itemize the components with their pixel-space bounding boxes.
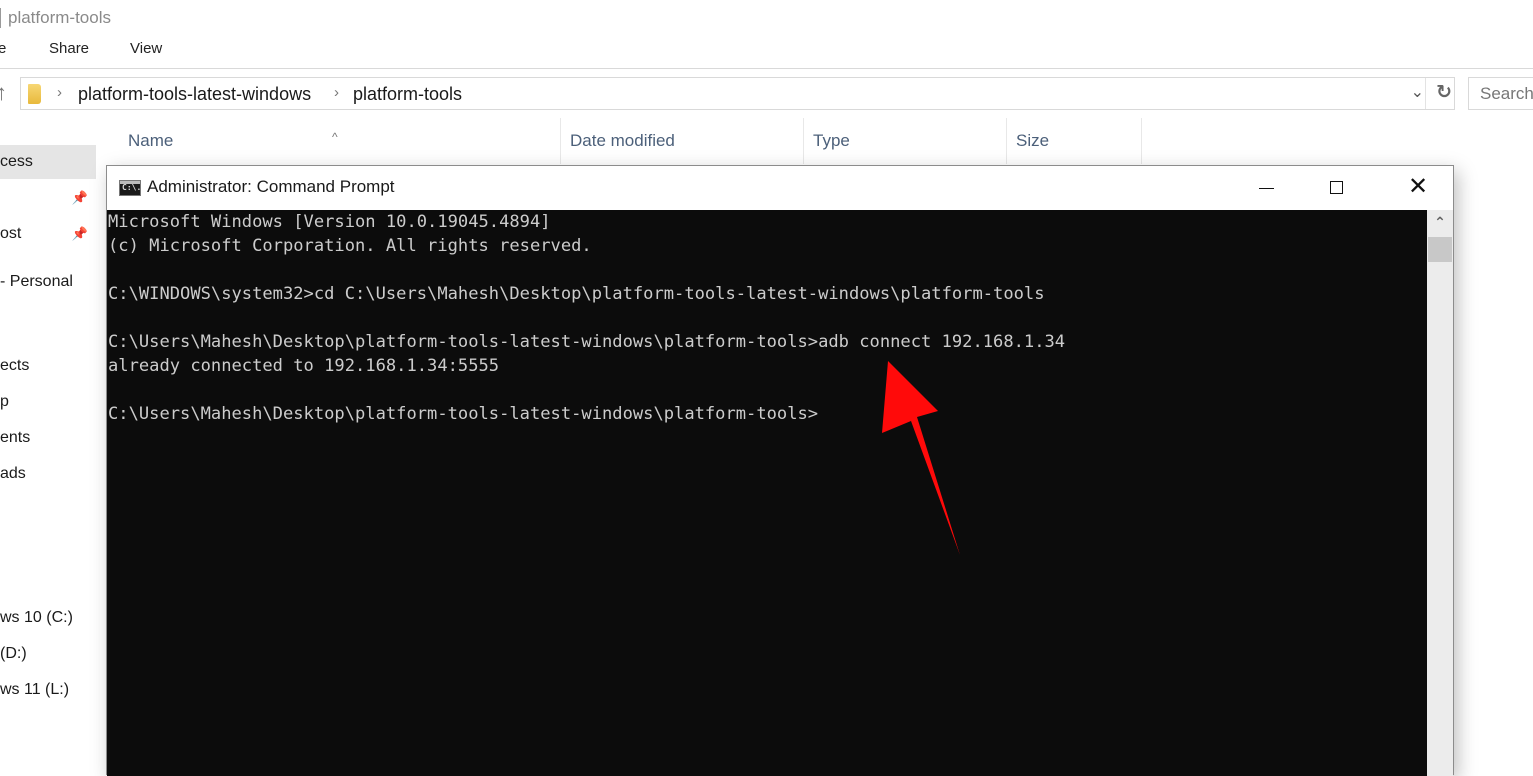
scroll-up-icon[interactable]: ⌃ xyxy=(1427,214,1453,234)
nav-item-downloads[interactable]: ads xyxy=(0,457,96,491)
column-header-name[interactable]: ^ Name xyxy=(100,118,561,164)
breadcrumb-item[interactable]: platform-tools-latest-windows xyxy=(78,84,311,105)
nav-item-quick-access[interactable]: cess xyxy=(0,145,96,179)
search-input[interactable]: Search xyxy=(1468,77,1533,110)
folder-icon xyxy=(28,84,41,104)
command-prompt-window: C:\. Administrator: Command Prompt ✕ Mic… xyxy=(106,165,1454,776)
nav-item-label: (D:) xyxy=(0,645,27,662)
close-button[interactable]: ✕ xyxy=(1383,166,1453,210)
console-output[interactable]: Microsoft Windows [Version 10.0.19045.48… xyxy=(107,210,1427,776)
column-header-date-modified[interactable]: Date modified xyxy=(561,118,804,164)
column-header-size[interactable]: Size xyxy=(1007,118,1142,164)
nav-item-onedrive[interactable]: - Personal xyxy=(0,265,96,299)
console-line: already connected to 192.168.1.34:5555 xyxy=(108,356,500,376)
nav-item-pinned[interactable]: ost 📌 xyxy=(0,217,96,251)
scrollbar-thumb[interactable] xyxy=(1428,237,1452,262)
nav-item-label: ws 11 (L:) xyxy=(0,681,70,698)
nav-item-desktop[interactable]: p xyxy=(0,385,96,419)
pin-icon[interactable]: 📌 xyxy=(72,217,88,251)
navigation-pane: cess 📌 ost 📌 - Personal ects p ents ads … xyxy=(0,118,98,761)
breadcrumb-item[interactable]: platform-tools xyxy=(353,84,462,105)
chevron-right-icon[interactable]: › xyxy=(57,84,62,101)
minimize-button[interactable] xyxy=(1231,166,1301,210)
explorer-title-text: platform-tools xyxy=(8,8,111,27)
address-bar[interactable]: › platform-tools-latest-windows › platfo… xyxy=(20,77,1455,110)
sort-ascending-icon: ^ xyxy=(332,130,338,144)
nav-item-3d-objects[interactable]: ects xyxy=(0,349,96,383)
ribbon-tab-view[interactable]: View xyxy=(130,40,162,57)
ribbon-divider xyxy=(0,68,1533,69)
nav-item-drive-d[interactable]: (D:) xyxy=(0,637,96,671)
column-header-label: Date modified xyxy=(570,131,675,150)
explorer-title: platform-tools xyxy=(0,6,111,30)
cmd-window-title: Administrator: Command Prompt xyxy=(147,177,395,196)
chevron-right-icon[interactable]: › xyxy=(334,84,339,101)
nav-item-pinned[interactable]: 📌 xyxy=(0,181,96,215)
console-line: C:\Users\Mahesh\Desktop\platform-tools-l… xyxy=(108,332,1066,352)
column-header-label: Name xyxy=(128,131,174,150)
nav-item-documents[interactable]: ents xyxy=(0,421,96,455)
address-divider xyxy=(1425,78,1426,109)
nav-item-label: cess xyxy=(0,153,33,170)
nav-item-label: ents xyxy=(0,429,31,446)
ribbon-tab-file[interactable]: e xyxy=(0,40,6,57)
nav-item-label: ects xyxy=(0,357,30,374)
nav-item-drive-l[interactable]: ws 11 (L:) xyxy=(0,673,96,707)
pin-icon[interactable]: 📌 xyxy=(72,181,88,215)
column-headers: ^ Name Date modified Type Size xyxy=(100,118,1533,164)
up-arrow-icon[interactable]: ↑ xyxy=(0,80,12,106)
console-line: C:\WINDOWS\system32>cd C:\Users\Mahesh\D… xyxy=(108,284,1045,304)
nav-item-drive-c[interactable]: ws 10 (C:) xyxy=(0,601,96,635)
nav-item-label: p xyxy=(0,393,9,410)
nav-item-label: ost xyxy=(0,225,22,242)
column-divider[interactable] xyxy=(1141,118,1142,164)
console-prompt-line: C:\Users\Mahesh\Desktop\platform-tools-l… xyxy=(108,404,819,424)
refresh-icon[interactable]: ↻ xyxy=(1436,81,1452,104)
column-header-label: Size xyxy=(1016,131,1050,150)
column-header-label: Type xyxy=(813,131,850,150)
nav-item-label: ads xyxy=(0,465,26,482)
nav-item-label: ws 10 (C:) xyxy=(0,609,73,626)
console-line: (c) Microsoft Corporation. All rights re… xyxy=(108,236,592,256)
cmd-app-icon[interactable]: C:\. xyxy=(119,180,141,196)
title-divider xyxy=(0,8,1,28)
vertical-scrollbar[interactable]: ⌃ xyxy=(1427,210,1453,776)
nav-item-label: - Personal xyxy=(0,273,73,290)
cmd-titlebar[interactable]: C:\. Administrator: Command Prompt ✕ xyxy=(107,166,1453,210)
ribbon-tab-share[interactable]: Share xyxy=(49,40,89,57)
column-header-type[interactable]: Type xyxy=(804,118,1007,164)
maximize-button[interactable] xyxy=(1301,166,1371,210)
console-line: Microsoft Windows [Version 10.0.19045.48… xyxy=(108,212,551,232)
chevron-down-icon[interactable]: ⌄ xyxy=(1411,82,1424,102)
